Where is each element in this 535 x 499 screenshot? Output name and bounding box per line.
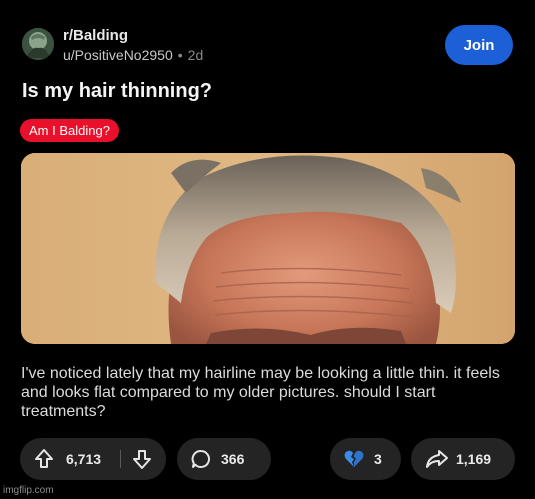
post-title[interactable]: Is my hair thinning? — [22, 80, 212, 103]
join-button[interactable]: Join — [445, 25, 513, 65]
post-flair[interactable]: Am I Balding? — [20, 119, 119, 142]
post-body: I've noticed lately that my hairline may… — [21, 365, 500, 420]
post-image[interactable] — [21, 153, 515, 344]
broken-heart-icon — [344, 450, 364, 467]
post-age: 2d — [187, 47, 204, 63]
post-header: r/Balding u/PositiveNo2950 • 2d Join — [22, 25, 517, 67]
share-arrow-icon — [426, 450, 448, 468]
forehead-photo — [21, 153, 515, 344]
comment-count: 366 — [221, 451, 245, 467]
author-name[interactable]: u/PositiveNo2950 — [63, 47, 173, 63]
comment-bubble-icon — [191, 450, 210, 468]
subreddit-avatar[interactable] — [22, 28, 54, 60]
upvote-arrow-icon[interactable] — [33, 448, 55, 470]
meta-separator: • — [177, 47, 183, 63]
subreddit-name[interactable]: r/Balding — [63, 27, 128, 44]
watermark: imgflip.com — [3, 485, 54, 496]
downvote-arrow-icon[interactable] — [131, 448, 153, 470]
vote-control: 6,713 — [20, 438, 166, 480]
post-meta: u/PositiveNo2950 • 2d — [63, 47, 203, 63]
award-count: 3 — [374, 451, 382, 467]
vote-score: 6,713 — [66, 451, 102, 467]
vote-divider — [120, 450, 121, 468]
reddit-post-card: r/Balding u/PositiveNo2950 • 2d Join Is my… — [0, 0, 535, 499]
comments-button[interactable]: 366 — [177, 438, 271, 480]
share-count: 1,169 — [456, 451, 492, 467]
award-button[interactable]: 3 — [330, 438, 401, 480]
post-actions: 6,713 366 3 1,169 — [20, 438, 516, 480]
share-button[interactable]: 1,169 — [411, 438, 515, 480]
